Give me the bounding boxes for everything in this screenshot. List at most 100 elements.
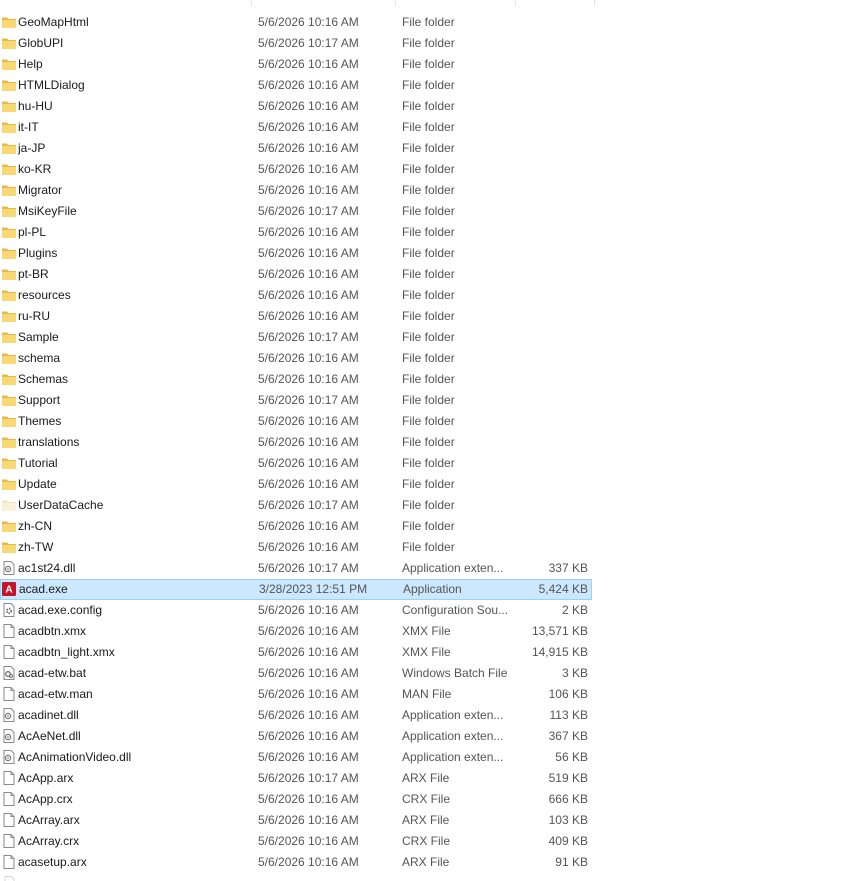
table-row[interactable]: ja-JP 5/6/2026 10:16 AM File folder bbox=[0, 138, 592, 159]
table-row[interactable]: Sample 5/6/2026 10:17 AM File folder bbox=[0, 327, 592, 348]
dll-icon bbox=[2, 561, 16, 575]
table-row[interactable]: pt-BR 5/6/2026 10:16 AM File folder bbox=[0, 264, 592, 285]
column-separator bbox=[251, 0, 252, 6]
file-type: File folder bbox=[402, 351, 455, 365]
file-size: 337 KB bbox=[548, 561, 588, 575]
date-modified: 5/6/2026 10:16 AM bbox=[258, 687, 359, 701]
table-row[interactable]: ko-KR 5/6/2026 10:16 AM File folder bbox=[0, 159, 592, 180]
autocad-app-icon: A bbox=[2, 582, 16, 596]
date-modified: 5/6/2026 10:16 AM bbox=[258, 834, 359, 848]
table-row[interactable]: acadbtn.xmx 5/6/2026 10:16 AM XMX File 13,5… bbox=[0, 621, 592, 642]
file-type: File folder bbox=[402, 435, 455, 449]
date-modified: 5/6/2026 10:16 AM bbox=[258, 309, 359, 323]
table-row[interactable]: GeoMapHtml 5/6/2026 10:16 AM File folder bbox=[0, 12, 592, 33]
table-row[interactable]: AcApp.crx 5/6/2026 10:16 AM CRX File 666 KB bbox=[0, 789, 592, 810]
file-name: Sample bbox=[18, 330, 59, 344]
table-row[interactable]: MsiKeyFile 5/6/2026 10:17 AM File folder bbox=[0, 201, 592, 222]
table-row[interactable]: HTMLDialog 5/6/2026 10:16 AM File folder bbox=[0, 75, 592, 96]
file-type: CRX File bbox=[402, 834, 451, 848]
file-type: File folder bbox=[402, 183, 455, 197]
file-type: Application exten... bbox=[402, 708, 504, 722]
date-modified: 5/6/2026 10:16 AM bbox=[258, 57, 359, 71]
table-row[interactable]: acadinet.dll 5/6/2026 10:16 AM Application… bbox=[0, 705, 592, 726]
table-row[interactable]: acad-etw.man 5/6/2026 10:16 AM MAN File 106… bbox=[0, 684, 592, 705]
table-row[interactable]: pl-PL 5/6/2026 10:16 AM File folder bbox=[0, 222, 592, 243]
svg-text:A: A bbox=[5, 585, 12, 596]
date-modified: 5/6/2026 10:16 AM bbox=[258, 477, 359, 491]
file-name: AcAeNet.dll bbox=[18, 729, 81, 743]
table-row[interactable]: AcArray.crx 5/6/2026 10:16 AM CRX File 409 … bbox=[0, 831, 592, 852]
folder-icon bbox=[2, 36, 16, 50]
folder-icon bbox=[2, 78, 16, 92]
table-row[interactable]: Help 5/6/2026 10:16 AM File folder bbox=[0, 54, 592, 75]
table-row[interactable]: AcArray.arx 5/6/2026 10:16 AM ARX File 103 … bbox=[0, 810, 592, 831]
table-row[interactable]: Update 5/6/2026 10:16 AM File folder bbox=[0, 474, 592, 495]
date-modified: 5/6/2026 10:16 AM bbox=[258, 225, 359, 239]
folder-icon bbox=[2, 519, 16, 533]
file-size: 14,915 KB bbox=[531, 645, 588, 659]
table-row[interactable]: acasetup.arx 5/6/2026 10:16 AM ARX File 91 … bbox=[0, 852, 592, 873]
date-modified: 5/6/2026 10:16 AM bbox=[258, 540, 359, 554]
date-modified: 5/6/2026 10:16 AM bbox=[258, 141, 359, 155]
table-row[interactable]: Plugins 5/6/2026 10:16 AM File folder bbox=[0, 243, 592, 264]
file-type: XMX File bbox=[402, 645, 451, 659]
folder-icon bbox=[2, 288, 16, 302]
date-modified: 5/6/2026 10:16 AM bbox=[258, 519, 359, 533]
table-row[interactable]: ru-RU 5/6/2026 10:16 AM File folder bbox=[0, 306, 592, 327]
file-name: acad-etw.man bbox=[18, 687, 93, 701]
file-type: File folder bbox=[402, 519, 455, 533]
file-icon bbox=[2, 876, 16, 881]
table-row[interactable]: schema 5/6/2026 10:16 AM File folder bbox=[0, 348, 592, 369]
table-row[interactable]: Schemas 5/6/2026 10:16 AM File folder bbox=[0, 369, 592, 390]
date-modified: 5/6/2026 10:17 AM bbox=[258, 771, 359, 785]
table-row[interactable]: translations 5/6/2026 10:16 AM File folder bbox=[0, 432, 592, 453]
date-modified: 5/6/2026 10:16 AM bbox=[258, 99, 359, 113]
folder-light-icon bbox=[2, 498, 16, 512]
file-name: AcArray.arx bbox=[18, 813, 80, 827]
file-name: ja-JP bbox=[18, 141, 46, 155]
table-row[interactable]: acad-etw.bat 5/6/2026 10:16 AM Windows Bat… bbox=[0, 663, 592, 684]
file-type: Application exten... bbox=[402, 729, 504, 743]
table-row[interactable]: zh-CN 5/6/2026 10:16 AM File folder bbox=[0, 516, 592, 537]
table-row-partial[interactable] bbox=[0, 873, 592, 881]
table-row[interactable]: UserDataCache 5/6/2026 10:17 AM File folde… bbox=[0, 495, 592, 516]
table-row[interactable]: acadbtn_light.xmx 5/6/2026 10:16 AM XMX Fi… bbox=[0, 642, 592, 663]
table-row[interactable]: Themes 5/6/2026 10:16 AM File folder bbox=[0, 411, 592, 432]
table-row[interactable]: AcAeNet.dll 5/6/2026 10:16 AM Application … bbox=[0, 726, 592, 747]
folder-icon bbox=[2, 15, 16, 29]
date-modified: 5/6/2026 10:17 AM bbox=[258, 393, 359, 407]
table-row[interactable]: GlobUPI 5/6/2026 10:17 AM File folder bbox=[0, 33, 592, 54]
column-separator bbox=[515, 0, 516, 6]
table-row[interactable]: Migrator 5/6/2026 10:16 AM File folder bbox=[0, 180, 592, 201]
file-name: schema bbox=[18, 351, 61, 365]
file-icon bbox=[2, 813, 16, 827]
table-row[interactable]: it-IT 5/6/2026 10:16 AM File folder bbox=[0, 117, 592, 138]
file-type: Windows Batch File bbox=[402, 666, 508, 680]
file-type: Application exten... bbox=[402, 561, 504, 575]
table-row[interactable]: Aacad.exe 3/28/2023 12:51 PM Application 5,… bbox=[0, 579, 592, 600]
table-row[interactable]: Tutorial 5/6/2026 10:16 AM File folder bbox=[0, 453, 592, 474]
table-row[interactable]: AcApp.arx 5/6/2026 10:17 AM ARX File 519 KB bbox=[0, 768, 592, 789]
table-row[interactable]: acad.exe.config 5/6/2026 10:16 AM Configur… bbox=[0, 600, 592, 621]
date-modified: 3/28/2023 12:51 PM bbox=[259, 582, 368, 596]
table-row[interactable]: ac1st24.dll 5/6/2026 10:17 AM Application … bbox=[0, 558, 592, 579]
table-row[interactable]: resources 5/6/2026 10:16 AM File folder bbox=[0, 285, 592, 306]
folder-icon bbox=[2, 414, 16, 428]
file-icon bbox=[2, 624, 16, 638]
file-size: 666 KB bbox=[548, 792, 588, 806]
file-type: Application bbox=[403, 582, 462, 596]
table-row[interactable]: AcAnimationVideo.dll 5/6/2026 10:16 AM App… bbox=[0, 747, 592, 768]
table-row[interactable]: hu-HU 5/6/2026 10:16 AM File folder bbox=[0, 96, 592, 117]
file-size: 103 KB bbox=[548, 813, 588, 827]
file-type: ARX File bbox=[402, 771, 450, 785]
file-name: GeoMapHtml bbox=[18, 15, 89, 29]
table-row[interactable]: zh-TW 5/6/2026 10:16 AM File folder bbox=[0, 537, 592, 558]
column-separator bbox=[395, 0, 396, 6]
file-type: File folder bbox=[402, 141, 455, 155]
folder-icon bbox=[2, 246, 16, 260]
file-name: Tutorial bbox=[18, 456, 58, 470]
table-row[interactable]: Support 5/6/2026 10:17 AM File folder bbox=[0, 390, 592, 411]
date-modified: 5/6/2026 10:16 AM bbox=[258, 813, 359, 827]
file-type: Application exten... bbox=[402, 750, 504, 764]
date-modified: 5/6/2026 10:17 AM bbox=[258, 498, 359, 512]
